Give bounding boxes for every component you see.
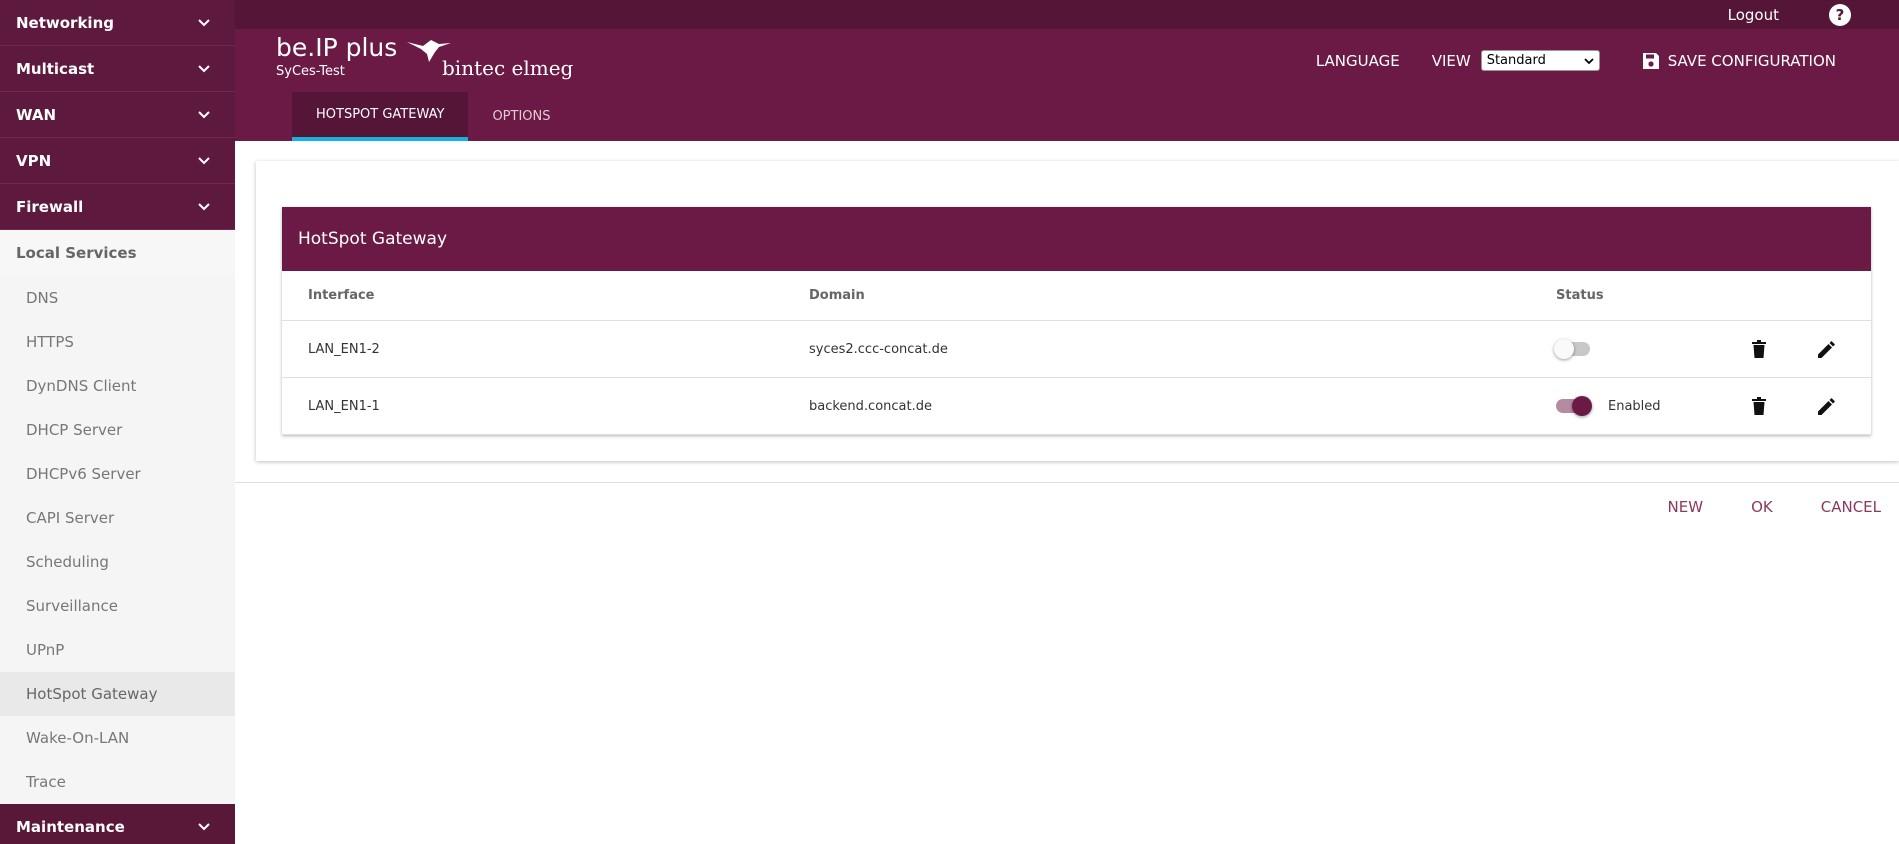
delete-icon[interactable] [1748, 395, 1770, 417]
save-configuration-button[interactable]: SAVE CONFIGURATION [1642, 52, 1836, 70]
top-bar: Logout ? [235, 0, 1899, 29]
cancel-button[interactable]: CANCEL [1821, 498, 1881, 516]
column-header-status: Status [1556, 288, 1604, 303]
bintec-elmeg-logo: bintec elmeg [405, 36, 573, 86]
sidebar-group-multicast[interactable]: Multicast [0, 46, 235, 92]
save-icon [1642, 52, 1659, 69]
table-row: LAN_EN1-2 syces2.ccc-concat.de [282, 321, 1871, 378]
sidebar-group-networking[interactable]: Networking [0, 0, 235, 46]
interface-cell: LAN_EN1-2 [308, 341, 380, 357]
chevron-down-icon [198, 110, 210, 118]
sidebar-group-label: Maintenance [16, 817, 125, 836]
sidebar-group-vpn[interactable]: VPN [0, 138, 235, 184]
help-icon[interactable]: ? [1829, 3, 1851, 26]
panel-title: HotSpot Gateway [282, 207, 1871, 271]
domain-cell: syces2.ccc-concat.de [809, 341, 948, 357]
chevron-down-icon [198, 202, 210, 210]
chevron-down-icon [198, 822, 210, 830]
sidebar-group-label: Multicast [16, 59, 95, 78]
sidebar-item-scheduling[interactable]: Scheduling [0, 540, 235, 584]
toggle-knob [1572, 396, 1592, 416]
domain-cell: backend.concat.de [809, 398, 932, 414]
save-configuration-label: SAVE CONFIGURATION [1667, 51, 1836, 70]
chevron-down-icon [1584, 57, 1594, 64]
tab-options[interactable]: OPTIONS [468, 92, 574, 141]
sidebar-item-surveillance[interactable]: Surveillance [0, 584, 235, 628]
brand: be.IP plus SyCes-Test [276, 33, 397, 79]
delete-icon[interactable] [1748, 338, 1770, 360]
sidebar-section-local-services[interactable]: Local Services [0, 230, 235, 276]
sidebar-item-dns[interactable]: DNS [0, 276, 235, 320]
tab-hotspot-gateway[interactable]: HOTSPOT GATEWAY [292, 92, 469, 141]
sidebar-item-https[interactable]: HTTPS [0, 320, 235, 364]
toggle-knob [1554, 339, 1574, 359]
action-bar: NEW OK CANCEL [1620, 498, 1881, 516]
sidebar-item-capi-server[interactable]: CAPI Server [0, 496, 235, 540]
chevron-down-icon [198, 156, 210, 164]
logout-link[interactable]: Logout [1728, 6, 1779, 24]
tab-bar: HOTSPOT GATEWAY OPTIONS [292, 92, 575, 141]
hotspot-gateway-panel: HotSpot Gateway Interface Domain Status … [282, 207, 1871, 435]
status-toggle[interactable] [1556, 396, 1592, 416]
view-select[interactable]: Standard [1480, 50, 1600, 71]
sidebar-group-label: WAN [16, 105, 57, 124]
new-button[interactable]: NEW [1668, 498, 1704, 516]
sidebar-group-label: Networking [16, 13, 114, 32]
sidebar-item-trace[interactable]: Trace [0, 760, 235, 804]
chevron-down-icon [198, 64, 210, 72]
sidebar-group-label: VPN [16, 151, 52, 170]
column-header-domain: Domain [809, 288, 865, 303]
sidebar-group-wan[interactable]: WAN [0, 92, 235, 138]
sidebar-group-firewall[interactable]: Firewall [0, 184, 235, 230]
sidebar-item-dyndns-client[interactable]: DynDNS Client [0, 364, 235, 408]
status-cell [1554, 339, 1608, 359]
sidebar-item-wake-on-lan[interactable]: Wake-On-LAN [0, 716, 235, 760]
header-controls: LANGUAGE VIEW Standard SAVE CONFIGURATIO… [1316, 50, 1836, 71]
status-cell: Enabled [1556, 396, 1661, 416]
view-label: VIEW [1431, 51, 1471, 70]
header: Logout ? be.IP plus SyCes-Test bintec el… [235, 0, 1899, 141]
status-text: Enabled [1608, 398, 1661, 414]
divider [235, 482, 1899, 483]
sidebar-item-upnp[interactable]: UPnP [0, 628, 235, 672]
edit-icon[interactable] [1816, 338, 1838, 360]
view-select-value: Standard [1486, 53, 1546, 68]
column-header-interface: Interface [308, 288, 375, 303]
edit-icon[interactable] [1816, 395, 1838, 417]
sidebar-group-maintenance[interactable]: Maintenance [0, 804, 235, 844]
sidebar-item-dhcpv6-server[interactable]: DHCPv6 Server [0, 452, 235, 496]
chevron-down-icon [198, 18, 210, 26]
sidebar-item-hotspot-gateway[interactable]: HotSpot Gateway [0, 672, 235, 716]
logo-text: bintec elmeg [442, 56, 574, 80]
table-header: Interface Domain Status [282, 271, 1871, 321]
content-card: HotSpot Gateway Interface Domain Status … [256, 161, 1899, 461]
product-name: be.IP plus [276, 33, 398, 62]
sidebar: Networking Multicast WAN VPN Firewall Lo… [0, 0, 235, 844]
table-row: LAN_EN1-1 backend.concat.de Enabled [282, 378, 1871, 435]
sidebar-group-label: Firewall [16, 197, 84, 216]
sidebar-item-dhcp-server[interactable]: DHCP Server [0, 408, 235, 452]
language-menu[interactable]: LANGUAGE [1316, 52, 1400, 70]
interface-cell: LAN_EN1-1 [308, 398, 380, 414]
status-toggle[interactable] [1554, 339, 1590, 359]
device-name: SyCes-Test [276, 64, 345, 79]
ok-button[interactable]: OK [1751, 498, 1773, 516]
